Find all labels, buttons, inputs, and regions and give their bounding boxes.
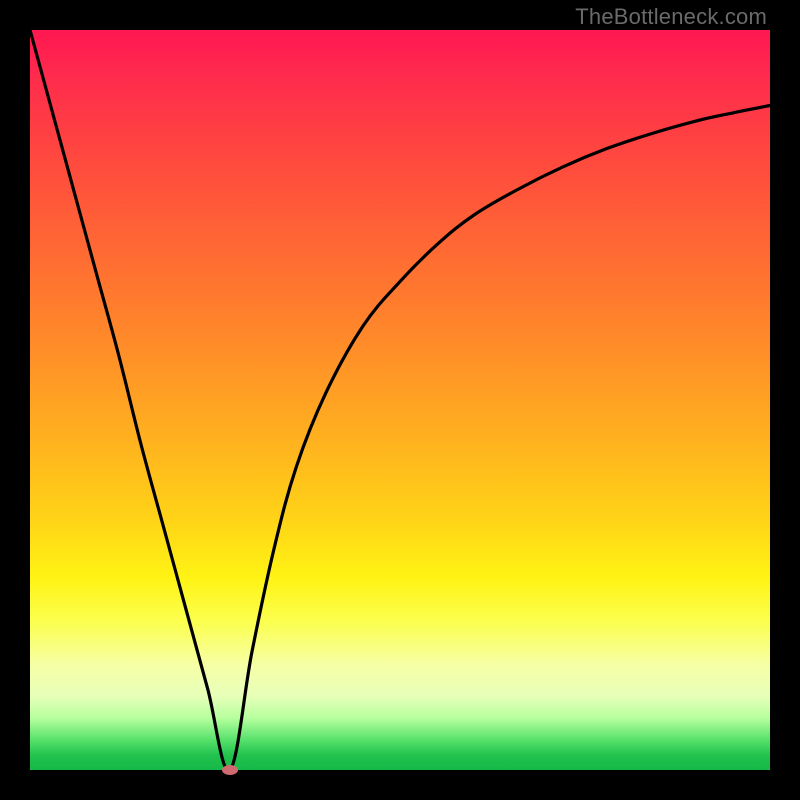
chart-frame: TheBottleneck.com [0, 0, 800, 800]
plot-area [30, 30, 770, 770]
curve-svg [30, 30, 770, 770]
min-point-marker [222, 765, 238, 775]
bottleneck-curve [30, 30, 770, 770]
watermark-text: TheBottleneck.com [575, 4, 767, 30]
